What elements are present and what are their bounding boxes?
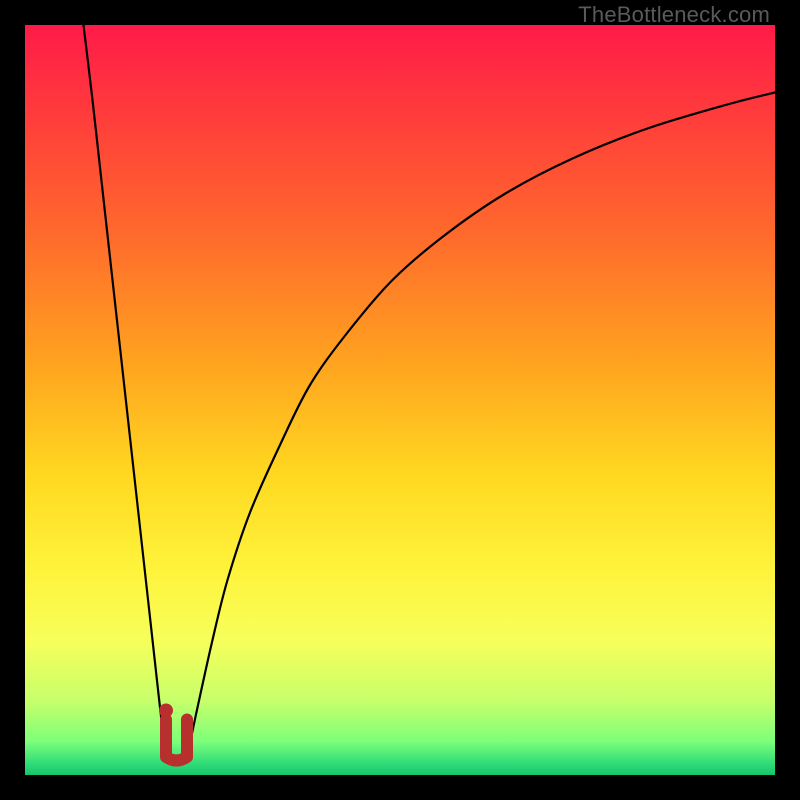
bottleneck-chart <box>25 25 775 775</box>
chart-frame <box>25 25 775 775</box>
u-marker-dot <box>159 704 173 718</box>
gradient-background <box>25 25 775 775</box>
